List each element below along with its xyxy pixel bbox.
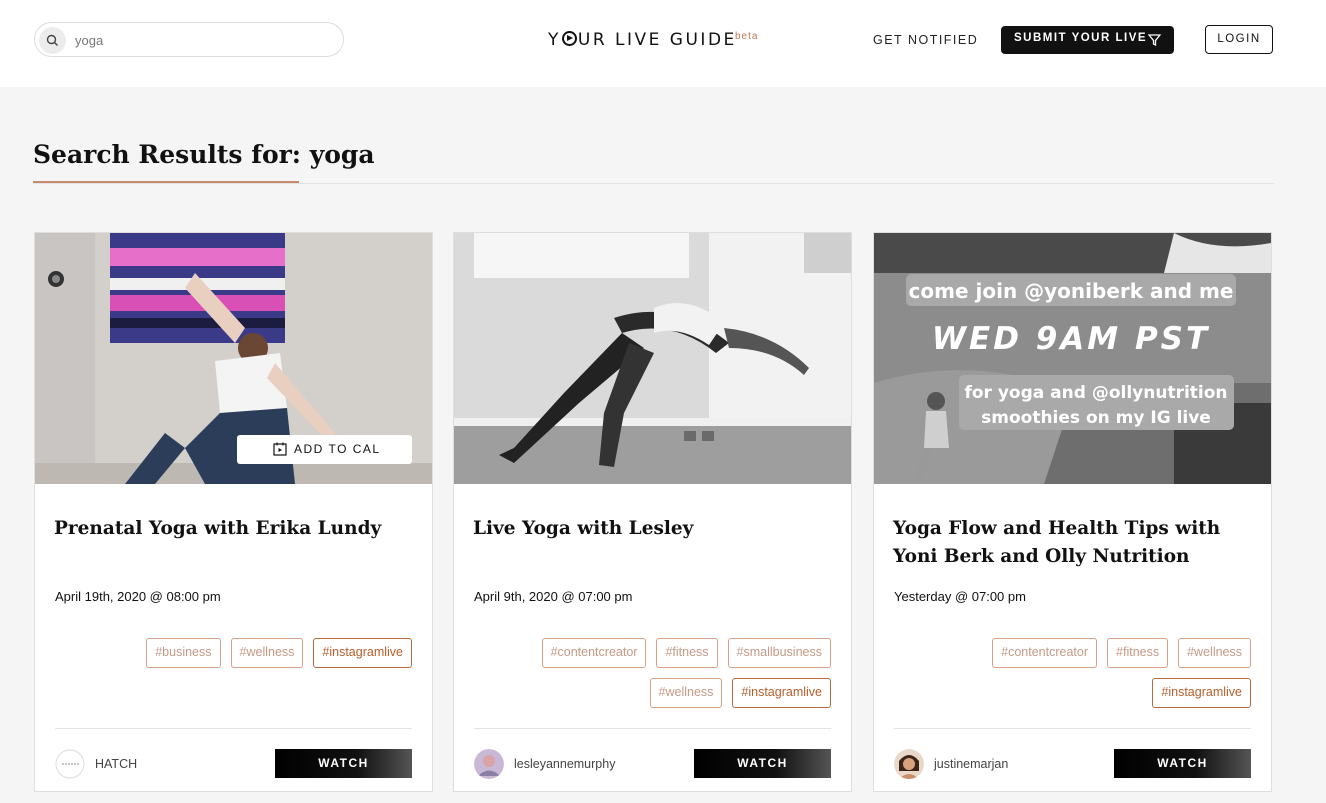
- search-input[interactable]: [75, 31, 335, 49]
- tag[interactable]: #contentcreator: [992, 638, 1098, 668]
- avatar[interactable]: [55, 749, 85, 779]
- card-divider: [55, 728, 412, 729]
- tag[interactable]: #instagramlive: [732, 678, 831, 708]
- tag-list: #contentcreator #fitness #smallbusiness …: [474, 638, 831, 708]
- thumbnail-text-line: WED 9AM PST: [932, 321, 1210, 357]
- tag[interactable]: #wellness: [230, 638, 304, 668]
- add-to-cal-label: ADD TO CAL: [294, 442, 381, 456]
- owner-name[interactable]: justinemarjan: [934, 757, 1008, 771]
- event-title[interactable]: Live Yoga with Lesley: [473, 515, 833, 543]
- event-date: Yesterday @ 07:00 pm: [894, 589, 1026, 604]
- owner-name[interactable]: lesleyannemurphy: [514, 757, 615, 771]
- tag[interactable]: #business: [146, 638, 221, 668]
- tag-list: #business #wellness #instagramlive: [55, 638, 412, 668]
- title-divider: [33, 183, 1274, 184]
- avatar[interactable]: [474, 749, 504, 779]
- event-card[interactable]: ADD TO CAL Prenatal Yoga with Erika Lund…: [34, 232, 433, 792]
- event-thumbnail[interactable]: [454, 233, 851, 484]
- event-title[interactable]: Yoga Flow and Health Tips with Yoni Berk…: [893, 515, 1253, 571]
- login-button[interactable]: LOGIN: [1205, 25, 1273, 54]
- tag[interactable]: #instagramlive: [1152, 678, 1251, 708]
- event-date: April 9th, 2020 @ 07:00 pm: [474, 589, 633, 604]
- thumbnail-text-line: come join @yoniberk and me: [909, 279, 1234, 303]
- top-header: Y UR LIVE GUIDE beta GET NOTIFIED SUBMIT …: [0, 0, 1326, 87]
- tag[interactable]: #fitness: [1107, 638, 1169, 668]
- site-logo[interactable]: Y UR LIVE GUIDE: [548, 30, 737, 50]
- tag-list: #contentcreator #fitness #wellness #inst…: [894, 638, 1251, 708]
- tag[interactable]: #fitness: [656, 638, 718, 668]
- title-underline: [33, 181, 299, 183]
- tag[interactable]: #wellness: [1178, 638, 1251, 668]
- search-bar[interactable]: [34, 22, 344, 57]
- add-to-cal-button[interactable]: ADD TO CAL: [237, 435, 412, 464]
- event-thumbnail[interactable]: ADD TO CAL: [35, 233, 432, 484]
- thumbnail-text-line: smoothies on my IG live: [981, 408, 1211, 428]
- logo-text-start: Y: [548, 30, 561, 50]
- tag[interactable]: #contentcreator: [541, 638, 647, 668]
- submit-your-live-button[interactable]: SUBMIT YOUR LIVE: [1001, 26, 1174, 54]
- tag[interactable]: #instagramlive: [313, 638, 412, 668]
- logo-text-end: UR LIVE GUIDE: [577, 30, 737, 50]
- beta-badge: beta: [735, 31, 759, 42]
- logo-play-icon: [561, 31, 577, 46]
- calendar-icon: [273, 442, 287, 459]
- event-card[interactable]: come join @yoniberk and me WED 9AM PST f…: [873, 232, 1272, 792]
- card-divider: [474, 728, 831, 729]
- submit-label: SUBMIT YOUR LIVE: [1014, 32, 1148, 44]
- page-title: Search Results for: yoga: [33, 140, 375, 169]
- owner-name[interactable]: HATCH: [95, 757, 137, 771]
- event-card[interactable]: Live Yoga with Lesley April 9th, 2020 @ …: [453, 232, 852, 792]
- watch-button[interactable]: WATCH: [694, 749, 831, 778]
- get-notified-link[interactable]: GET NOTIFIED: [873, 33, 978, 47]
- thumbnail-text-line: for yoga and @ollynutrition: [964, 383, 1227, 403]
- event-thumbnail[interactable]: come join @yoniberk and me WED 9AM PST f…: [874, 233, 1271, 484]
- watch-button[interactable]: WATCH: [1114, 749, 1251, 778]
- card-divider: [894, 728, 1251, 729]
- watch-button[interactable]: WATCH: [275, 749, 412, 778]
- search-icon[interactable]: [39, 27, 66, 54]
- event-date: April 19th, 2020 @ 08:00 pm: [55, 589, 221, 604]
- event-title[interactable]: Prenatal Yoga with Erika Lundy: [54, 515, 414, 543]
- tag[interactable]: #smallbusiness: [727, 638, 831, 668]
- filter-icon: [1147, 34, 1162, 49]
- tag[interactable]: #wellness: [649, 678, 723, 708]
- avatar[interactable]: [894, 749, 924, 779]
